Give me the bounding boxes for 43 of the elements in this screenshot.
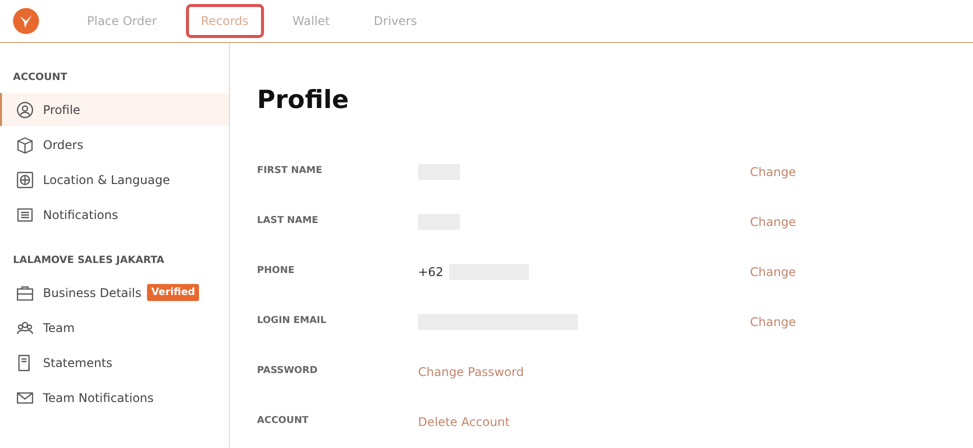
action-link[interactable]: Change Password [418,362,524,380]
change-link[interactable]: Change [750,212,796,230]
globe-icon [16,170,34,188]
sidebar-item[interactable]: Team [0,311,229,344]
nav-tab[interactable]: Wallet [278,4,345,38]
change-link[interactable]: Change [750,162,796,180]
item-label: Business Details [43,284,142,302]
logo-icon[interactable] [13,8,39,34]
field-label: LOGIN EMAIL [257,314,328,328]
page-title: Profile [257,84,350,116]
field-label: PHONE [257,264,296,278]
item-label: Team Notifications [43,390,154,406]
item-label: Team [43,320,75,336]
sidebar-item[interactable]: Statements [0,346,229,379]
sidebar-item[interactable]: Location & Language [0,163,229,196]
box-icon [16,136,34,154]
field-label: ACCOUNT [257,414,310,428]
field-label: FIRST NAME [257,164,324,178]
section-title: ACCOUNT [12,71,68,85]
item-label: Location & Language [43,172,170,188]
change-link[interactable]: Change [750,262,796,280]
item-label: Notifications [43,206,118,224]
sidebar-item[interactable]: Orders [0,128,229,161]
item-label: Statements [43,354,112,372]
nav-tab[interactable]: Drivers [358,4,432,38]
section-title: LALAMOVE SALES JAKARTA [12,254,166,268]
item-label: Profile [43,102,80,118]
verified-badge: Verified [147,284,200,301]
action-link[interactable]: Delete Account [418,412,510,430]
sidebar-item[interactable]: Notifications [0,198,229,231]
item-label: Orders [43,136,84,154]
change-link[interactable]: Change [750,312,796,330]
briefcase-icon [16,284,34,302]
field-label: PASSWORD [257,364,318,378]
list-icon [16,206,34,224]
sidebar-item[interactable]: Team Notifications [0,381,229,414]
sidebar-item[interactable]: Business Details Verified [0,276,229,309]
field-value: +62 [418,264,444,280]
user-icon [16,100,34,118]
nav-tab[interactable]: Records [186,4,264,38]
sidebar-item[interactable]: Profile [0,93,229,126]
field-label: LAST NAME [257,214,320,228]
nav-tab[interactable]: Place Order [72,4,172,38]
